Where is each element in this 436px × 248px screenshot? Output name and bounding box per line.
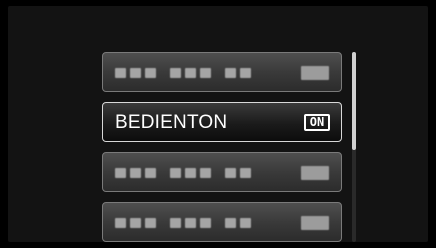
- status-badge: ON: [304, 114, 330, 131]
- screen: BEDIENTON ON: [0, 0, 436, 248]
- blurred-status: [301, 216, 329, 230]
- menu-list: BEDIENTON ON: [102, 52, 342, 242]
- menu-item-label: BEDIENTON: [115, 112, 228, 133]
- menu-item-3[interactable]: [102, 152, 342, 192]
- blurred-status: [301, 66, 329, 80]
- blurred-status: [301, 166, 329, 180]
- blurred-label: [115, 217, 251, 229]
- menu-item-4[interactable]: [102, 202, 342, 242]
- menu-item-bedienton[interactable]: BEDIENTON ON: [102, 102, 342, 142]
- scrollbar-thumb[interactable]: [352, 52, 356, 150]
- blurred-label: [115, 167, 251, 179]
- scrollbar[interactable]: [352, 52, 356, 242]
- blurred-label: [115, 67, 251, 79]
- menu-item-1[interactable]: [102, 52, 342, 92]
